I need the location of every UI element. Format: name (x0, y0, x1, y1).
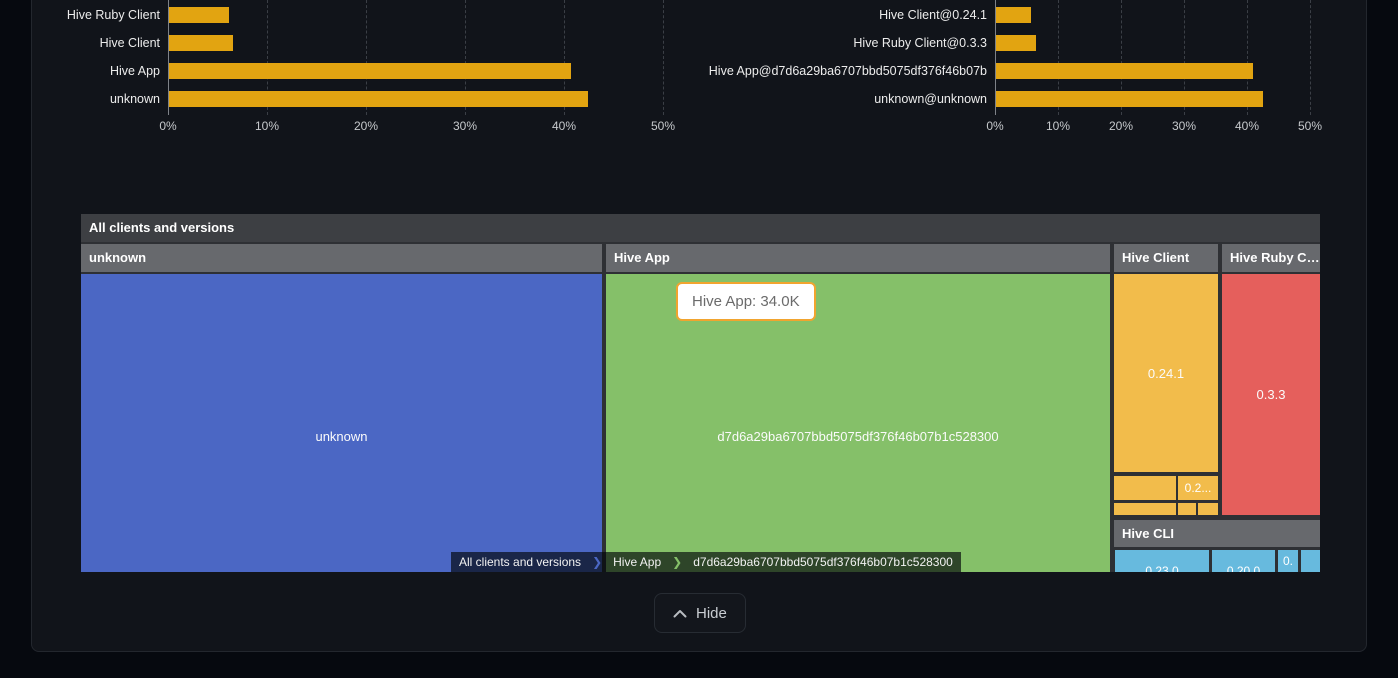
chevron-up-icon (673, 609, 687, 618)
treemap-cell-unknown[interactable]: unknown (81, 274, 602, 572)
x-axis-tick-label: 0% (159, 119, 176, 133)
category-label: Hive App@d7d6a29ba6707bbd5075df376f46b07… (702, 63, 987, 79)
treemap-all-clients-and-versions: All clients and versions unknown unknown… (81, 214, 1320, 572)
x-axis-tick-label: 30% (1172, 119, 1196, 133)
bar-hive-client-0-24-1[interactable] (996, 7, 1031, 23)
treemap-title[interactable]: All clients and versions (81, 214, 1320, 242)
dashboard: 0% 10% 20% 30% 40% 50% Hive Ruby Client Hive Cl… (0, 0, 1398, 678)
treemap-group-header-hive-cli[interactable]: Hive CLI (1114, 520, 1320, 547)
bar-unknown-unknown[interactable] (996, 91, 1263, 107)
treemap-cell-hive-ruby-033-label: 0.3.3 (1257, 387, 1286, 402)
treemap-tooltip: Hive App: 34.0K (676, 282, 816, 321)
x-axis-tick-label: 10% (255, 119, 279, 133)
treemap-tooltip-text: Hive App: 34.0K (692, 293, 800, 310)
bar-hive-ruby-client[interactable] (169, 7, 229, 23)
treemap-cell-hive-client-minor-1[interactable] (1114, 476, 1176, 500)
treemap-cell-hive-client-minor-3[interactable] (1114, 503, 1176, 515)
category-label: Hive App (0, 63, 160, 79)
hide-button[interactable]: Hide (654, 593, 746, 633)
treemap-cell-hive-cli-3[interactable]: 0. (1278, 550, 1298, 572)
treemap-group-header-hive-ruby-client[interactable]: Hive Ruby Cl... (1222, 244, 1320, 272)
treemap-cell-unknown-label: unknown (315, 429, 367, 444)
x-axis-tick-label: 40% (1235, 119, 1259, 133)
treemap-group-header-hive-app[interactable]: Hive App (606, 244, 1110, 272)
bar-chart-client-versions: 0%10%20%30%40%50%Hive Client@0.24.1Hive … (702, 0, 1310, 140)
bar-chart-clients: 0%10%20%30%40%50%Hive Ruby ClientHive Cl… (0, 0, 663, 140)
treemap-cell-hive-cli-2[interactable]: 0.20.0 (1212, 550, 1275, 572)
treemap-group-header-hive-client[interactable]: Hive Client (1114, 244, 1218, 272)
treemap-cell-hive-client-minor-4[interactable] (1178, 503, 1196, 515)
bar-hive-app-d7d6a29ba6707bbd5075df376f46b07b[interactable] (996, 63, 1253, 79)
breadcrumb-item-version-hash[interactable]: d7d6a29ba6707bbd5075df376f46b07b1c528300 (685, 552, 961, 572)
bar-unknown[interactable] (169, 91, 588, 107)
x-axis-tick-label: 50% (1298, 119, 1322, 133)
treemap-cell-hive-ruby-033[interactable]: 0.3.3 (1222, 274, 1320, 515)
category-label: Hive Client@0.24.1 (702, 7, 987, 23)
chevron-right-icon: ❯ (669, 552, 685, 572)
x-axis-tick-label: 50% (651, 119, 675, 133)
category-label: unknown (0, 91, 160, 107)
treemap-cell-hive-client-minor-2-label: 0.2... (1185, 481, 1212, 495)
treemap-cell-hive-cli-3-label: 0. (1283, 554, 1293, 568)
category-label: Hive Ruby Client (0, 7, 160, 23)
category-label: Hive Client (0, 35, 160, 51)
gridline (663, 0, 664, 115)
x-axis-tick-label: 0% (986, 119, 1003, 133)
x-axis-tick-label: 30% (453, 119, 477, 133)
hide-button-label: Hide (696, 605, 727, 622)
treemap-cell-hive-cli-1-label: 0.23.0 (1145, 564, 1178, 572)
treemap-cell-hive-client-0241[interactable]: 0.24.1 (1114, 274, 1218, 472)
treemap-cell-hive-cli-1[interactable]: 0.23.0 (1115, 550, 1209, 572)
treemap-cell-hive-app-label: d7d6a29ba6707bbd5075df376f46b07b1c528300 (717, 429, 998, 444)
bar-hive-app[interactable] (169, 63, 571, 79)
breadcrumb-item-hive-app[interactable]: Hive App (605, 552, 669, 572)
bar-hive-ruby-client-0-3-3[interactable] (996, 35, 1036, 51)
treemap-cell-hive-client-minor-5[interactable] (1198, 503, 1218, 515)
gridline (1310, 0, 1311, 115)
chevron-right-icon: ❯ (589, 552, 605, 572)
treemap-group-header-unknown[interactable]: unknown (81, 244, 602, 272)
category-label: Hive Ruby Client@0.3.3 (702, 35, 987, 51)
x-axis-tick-label: 20% (1109, 119, 1133, 133)
treemap-cell-hive-client-0241-label: 0.24.1 (1148, 366, 1184, 381)
breadcrumb-item-all-clients[interactable]: All clients and versions (451, 552, 589, 572)
x-axis-tick-label: 20% (354, 119, 378, 133)
treemap-cell-hive-cli-4[interactable] (1301, 550, 1320, 572)
x-axis-tick-label: 40% (552, 119, 576, 133)
treemap-cell-hive-client-minor-2[interactable]: 0.2... (1178, 476, 1218, 500)
bar-hive-client[interactable] (169, 35, 233, 51)
treemap-cell-hive-cli-2-label: 0.20.0 (1227, 564, 1260, 572)
breadcrumb: All clients and versions ❯ Hive App ❯ d7… (451, 552, 961, 572)
category-label: unknown@unknown (702, 91, 987, 107)
x-axis-tick-label: 10% (1046, 119, 1070, 133)
